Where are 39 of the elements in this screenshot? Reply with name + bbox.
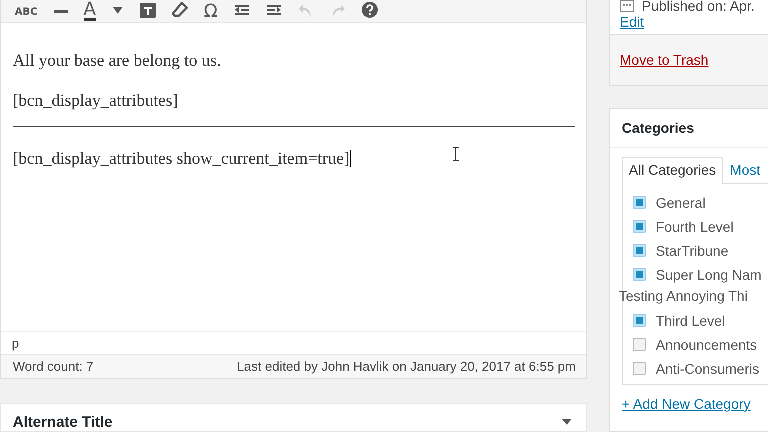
- calendar-icon: [620, 0, 634, 12]
- word-count: Word count: 7: [13, 359, 94, 374]
- category-label: Anti-Consumeris: [656, 360, 760, 376]
- published-date: Published on: Apr.: [642, 0, 755, 14]
- paragraph: All your base are belong to us.: [13, 51, 222, 71]
- category-label: General: [656, 194, 706, 210]
- text-cursor-icon: [453, 147, 459, 161]
- move-to-trash-link[interactable]: Move to Trash: [620, 52, 709, 68]
- category-label: Fourth Level: [656, 218, 734, 234]
- last-edited-text: Last edited by John Havlik on January 20, 2017 at 6:55 pm: [237, 359, 576, 374]
- checkbox[interactable]: [633, 244, 646, 257]
- checkbox[interactable]: [633, 268, 646, 281]
- category-tab[interactable]: All Categories: [622, 157, 724, 184]
- add-new-category-link[interactable]: + Add New Category: [622, 396, 751, 412]
- checkbox[interactable]: [633, 196, 646, 209]
- category-label: StarTribune: [656, 242, 729, 258]
- eraser-icon: [172, 2, 188, 18]
- collapse-arrow-icon[interactable]: [562, 419, 572, 425]
- paragraph: [bcn_display_attributes show_current_item=true]: [13, 149, 351, 169]
- element-path: p: [12, 336, 20, 350]
- indent-icon: [266, 2, 282, 18]
- color-button[interactable]: A: [80, 2, 100, 22]
- checkbox[interactable]: [633, 338, 646, 351]
- text-caret: [350, 150, 351, 167]
- checkbox[interactable]: [633, 220, 646, 233]
- paragraph: [bcn_display_attributes]: [13, 91, 178, 111]
- panel-title: Alternate Title: [13, 414, 113, 431]
- checkbox[interactable]: [633, 362, 646, 375]
- toolbar-button[interactable]: ABC: [11, 2, 42, 22]
- toolbar-button[interactable]: Ω: [200, 2, 222, 22]
- category-label: Super Long Nam: [656, 266, 762, 282]
- edit-link[interactable]: Edit: [620, 14, 768, 30]
- checkbox[interactable]: [633, 314, 646, 327]
- category-label: Testing Annoying Thi: [619, 287, 749, 306]
- category-label: Third Level: [656, 312, 726, 328]
- category-label: Announcements: [656, 336, 758, 352]
- panel-title: Categories: [622, 120, 694, 136]
- outdent-icon: [234, 2, 250, 18]
- category-tab[interactable]: Most: [723, 157, 768, 184]
